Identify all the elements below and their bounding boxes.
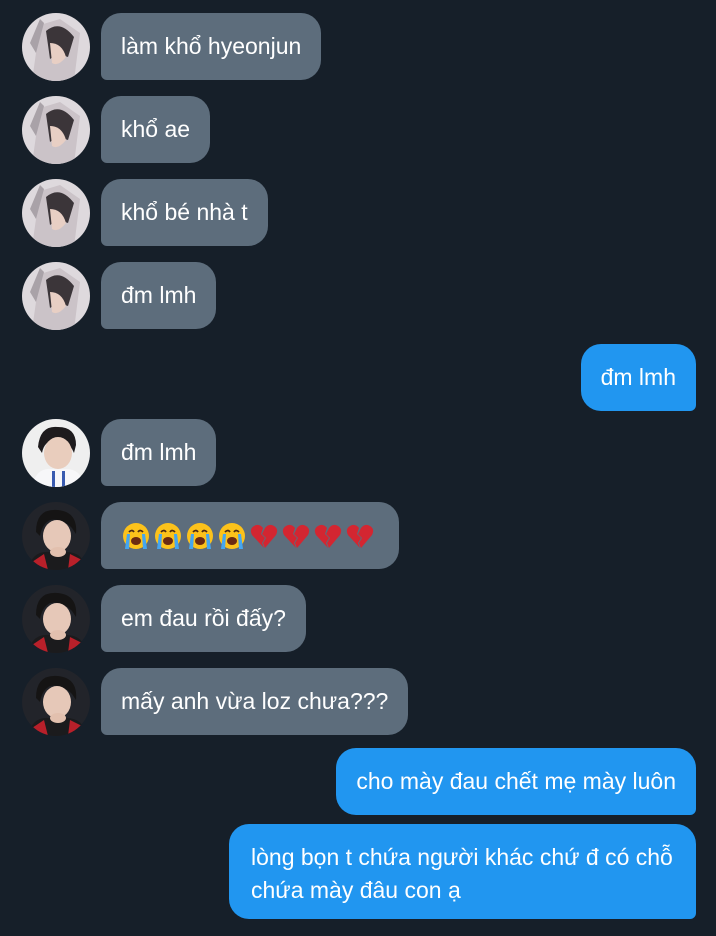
loudly-crying-face-icon <box>187 522 213 549</box>
incoming-message-bubble[interactable]: đm lmh <box>101 419 217 486</box>
avatar[interactable] <box>22 585 90 653</box>
outgoing-message-bubble[interactable]: cho mày đau chết mẹ mày luôn <box>336 748 696 815</box>
incoming-message-bubble[interactable]: khổ ae <box>101 96 211 163</box>
message-text: mấy anh vừa loz chưa??? <box>121 688 389 714</box>
message-text: đm lmh <box>600 364 676 390</box>
message-text: đm lmh <box>121 282 197 308</box>
avatar[interactable] <box>22 668 90 736</box>
outgoing-message-bubble[interactable]: đm lmh <box>580 344 696 411</box>
incoming-message-bubble[interactable]: khổ bé nhà t <box>101 179 268 246</box>
loudly-crying-face-icon <box>123 522 149 549</box>
avatar[interactable] <box>22 96 90 164</box>
loudly-crying-face-icon <box>219 522 245 549</box>
message-text: khổ ae <box>121 116 191 142</box>
avatar[interactable] <box>22 502 90 570</box>
message-text: cho mày đau chết mẹ mày luôn <box>356 768 676 794</box>
emoji-row <box>121 521 375 551</box>
avatar[interactable] <box>22 262 90 330</box>
broken-heart-icon <box>314 524 342 548</box>
profile-photo-icon <box>22 13 90 81</box>
message-text: khổ bé nhà t <box>121 199 248 225</box>
profile-photo-icon <box>22 585 90 653</box>
incoming-message-bubble[interactable]: làm khổ hyeonjun <box>101 13 322 80</box>
avatar[interactable] <box>22 13 90 81</box>
avatar[interactable] <box>22 179 90 247</box>
incoming-message-bubble[interactable]: đm lmh <box>101 262 217 329</box>
message-text: đm lmh <box>121 439 197 465</box>
outgoing-message-bubble[interactable]: lòng bọn t chứa người khác chứ đ có chỗ … <box>229 824 696 919</box>
avatar[interactable] <box>22 419 90 487</box>
message-text: lòng bọn t chứa người khác chứ đ có chỗ … <box>251 844 673 903</box>
broken-heart-icon <box>250 524 278 548</box>
profile-photo-icon <box>22 179 90 247</box>
profile-photo-icon <box>22 262 90 330</box>
incoming-message-bubble[interactable] <box>101 502 399 569</box>
profile-photo-icon <box>22 502 90 570</box>
message-text: làm khổ hyeonjun <box>121 33 302 59</box>
loudly-crying-face-icon <box>155 522 181 549</box>
profile-photo-icon <box>22 96 90 164</box>
broken-heart-icon <box>346 524 374 548</box>
broken-heart-icon <box>282 524 310 548</box>
profile-photo-icon <box>22 419 90 487</box>
profile-photo-icon <box>22 668 90 736</box>
incoming-message-bubble[interactable]: em đau rồi đấy? <box>101 585 306 652</box>
incoming-message-bubble[interactable]: mấy anh vừa loz chưa??? <box>101 668 409 735</box>
message-text: em đau rồi đấy? <box>121 605 286 631</box>
